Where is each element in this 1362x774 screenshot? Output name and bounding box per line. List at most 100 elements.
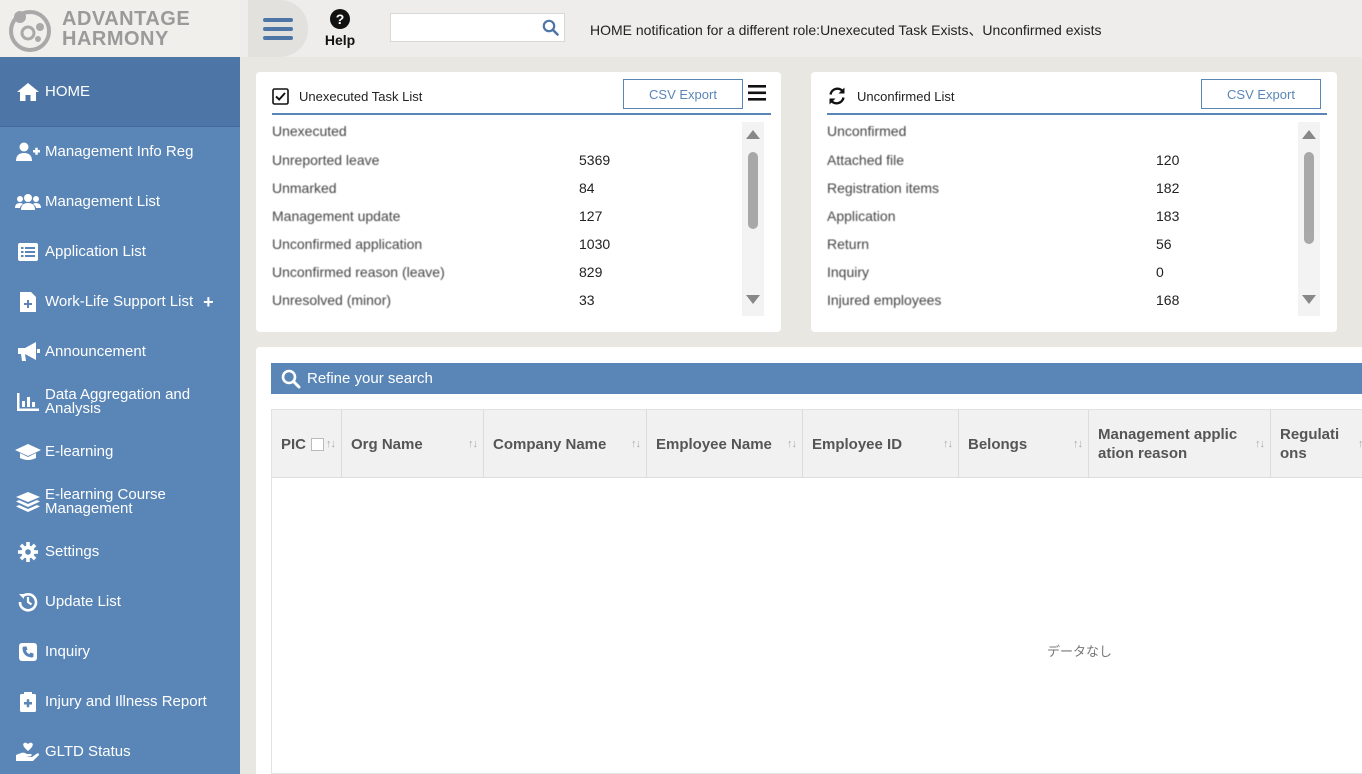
sidebar-item-e-learning-course-management[interactable]: E-learning Course Management (0, 477, 240, 527)
select-all-checkbox[interactable] (311, 437, 325, 451)
row-name: Application (827, 208, 896, 224)
sidebar-item-announcement[interactable]: Announcement (0, 327, 240, 377)
refresh-icon (829, 87, 845, 105)
top-bar: ? Help HOME notification for a different… (240, 0, 1362, 57)
sidebar-item-label: Data Aggregation and Analysis (45, 386, 191, 417)
sidebar-item-inquiry[interactable]: Inquiry (0, 627, 240, 677)
sidebar-item-management-info-reg[interactable]: Management Info Reg (0, 127, 240, 177)
checkbox-checked-icon (272, 87, 289, 105)
sidebar-item-settings[interactable]: Settings (0, 527, 240, 577)
row-name: Unresolved (minor) (272, 292, 392, 308)
column-header-regulations[interactable]: Regulations ↑↓ (1271, 410, 1362, 478)
refine-search-bar[interactable]: Refine your search (271, 363, 1362, 394)
column-header-org-name[interactable]: Org Name ↑↓ (342, 410, 484, 478)
row-value: 1030 (579, 236, 611, 252)
sidebar-item-label: Inquiry (45, 643, 91, 660)
sort-icon[interactable]: ↑↓ (1255, 438, 1265, 450)
sort-icon[interactable]: ↑↓ (943, 438, 953, 450)
sidebar-item-label: Injury and Illness Report (45, 693, 207, 710)
scroll-down-icon[interactable] (746, 295, 760, 304)
sidebar-item-label: Update List (45, 593, 121, 610)
row-value: 33 (579, 292, 595, 308)
scroll-down-icon[interactable] (1302, 295, 1316, 304)
sidebar-item-home[interactable]: HOME (0, 57, 240, 127)
search-icon[interactable] (542, 19, 559, 36)
logo-mark-icon (6, 5, 54, 53)
column-label: Management application reason (1098, 426, 1238, 462)
column-header-management-application-reason[interactable]: Management application reason ↑↓ (1089, 410, 1271, 478)
notification-text: HOME notification for a different role:U… (590, 22, 1102, 38)
sort-icon[interactable]: ↑↓ (1358, 438, 1362, 450)
unexecuted-scrollbar[interactable] (742, 122, 764, 316)
sidebar-item-e-learning[interactable]: E-learning (0, 427, 240, 477)
unexecuted-task-card: Unexecuted Task List CSV Export Unexecut… (256, 72, 781, 332)
history-icon (15, 591, 41, 613)
sort-icon[interactable]: ↑↓ (326, 438, 336, 450)
row-value: 5369 (579, 152, 611, 168)
home-icon (15, 81, 41, 103)
sidebar-item-data-aggregation[interactable]: Data Aggregation and Analysis (0, 377, 240, 427)
sidebar-item-label: E-learning Course Management (45, 486, 166, 517)
row-value: 0 (1156, 264, 1164, 280)
logo-line1: ADVANTAGE (62, 7, 191, 30)
sidebar-item-gltd-status[interactable]: GLTD Status (0, 727, 240, 774)
menu-lines-icon[interactable] (747, 84, 767, 102)
row-name: Unconfirmed application (272, 236, 423, 252)
sort-icon[interactable]: ↑↓ (631, 438, 641, 450)
sidebar-item-work-life-support-list[interactable]: Work-Life Support List + (0, 277, 240, 327)
logo[interactable]: ADVANTAGE HARMONY (0, 0, 240, 57)
search-results-panel: Refine your search PIC ↑↓ Org Name ↑↓ Co… (256, 347, 1362, 774)
sort-icon[interactable]: ↑↓ (1073, 438, 1083, 450)
unconfirmed-card: Unconfirmed List CSV Export Unconfirmed … (811, 72, 1337, 332)
column-label: Belongs (968, 435, 1028, 453)
scroll-up-icon[interactable] (1302, 130, 1316, 139)
column-label: Regulations (1280, 426, 1340, 462)
sort-icon[interactable]: ↑↓ (787, 438, 797, 450)
logo-line2: HARMONY (62, 27, 169, 50)
sidebar-item-update-list[interactable]: Update List (0, 577, 240, 627)
expand-plus-icon[interactable]: + (203, 292, 214, 313)
results-table: PIC ↑↓ Org Name ↑↓ Company Name ↑↓ Emplo… (271, 409, 1362, 774)
sidebar-item-management-list[interactable]: Management List (0, 177, 240, 227)
row-name: Attached file (827, 152, 905, 168)
help-button[interactable]: ? Help (320, 9, 360, 48)
sidebar-item-label: Management Info Reg (45, 143, 194, 160)
unexecuted-title: Unexecuted Task List (299, 88, 423, 104)
unconfirmed-scrollbar[interactable] (1298, 122, 1320, 316)
sidebar-item-label: HOME (45, 82, 90, 100)
user-plus-icon (15, 141, 41, 163)
sidebar-item-label: E-learning (45, 443, 114, 460)
unexecuted-csv-export-button[interactable]: CSV Export (623, 79, 743, 109)
sidebar-item-injury-illness-report[interactable]: Injury and Illness Report (0, 677, 240, 727)
scrollbar-thumb[interactable] (1304, 152, 1314, 244)
layers-icon (15, 491, 41, 513)
scrollbar-thumb[interactable] (748, 152, 758, 229)
scroll-up-icon[interactable] (746, 130, 760, 139)
column-header-pic[interactable]: PIC ↑↓ (272, 410, 342, 478)
row-value: 829 (579, 264, 603, 280)
sidebar-item-label: Work-Life Support List (45, 293, 194, 310)
row-value: 182 (1156, 180, 1180, 196)
sidebar-item-label: Management List (45, 193, 161, 210)
hamburger-menu-button[interactable] (248, 0, 308, 57)
list-icon (15, 241, 41, 263)
medical-file-icon (15, 691, 41, 713)
sidebar-item-label: GLTD Status (45, 743, 131, 760)
search-input[interactable] (390, 13, 565, 42)
column-header-company-name[interactable]: Company Name ↑↓ (484, 410, 647, 478)
column-header-employee-id[interactable]: Employee ID ↑↓ (803, 410, 959, 478)
row-name: Unreported leave (272, 152, 380, 168)
table-header: PIC ↑↓ Org Name ↑↓ Company Name ↑↓ Emplo… (272, 410, 1362, 478)
megaphone-icon (15, 341, 41, 363)
sort-icon[interactable]: ↑↓ (468, 438, 478, 450)
row-name: Unexecuted (272, 123, 347, 139)
search-icon (281, 369, 301, 388)
unconfirmed-csv-export-button[interactable]: CSV Export (1201, 79, 1321, 109)
row-value: 56 (1156, 236, 1172, 252)
column-header-employee-name[interactable]: Employee Name ↑↓ (647, 410, 803, 478)
column-header-belongs[interactable]: Belongs ↑↓ (959, 410, 1089, 478)
column-label: Org Name (351, 435, 423, 453)
row-value: 168 (1156, 292, 1180, 308)
row-name: Management update (272, 208, 401, 224)
sidebar-item-application-list[interactable]: Application List (0, 227, 240, 277)
